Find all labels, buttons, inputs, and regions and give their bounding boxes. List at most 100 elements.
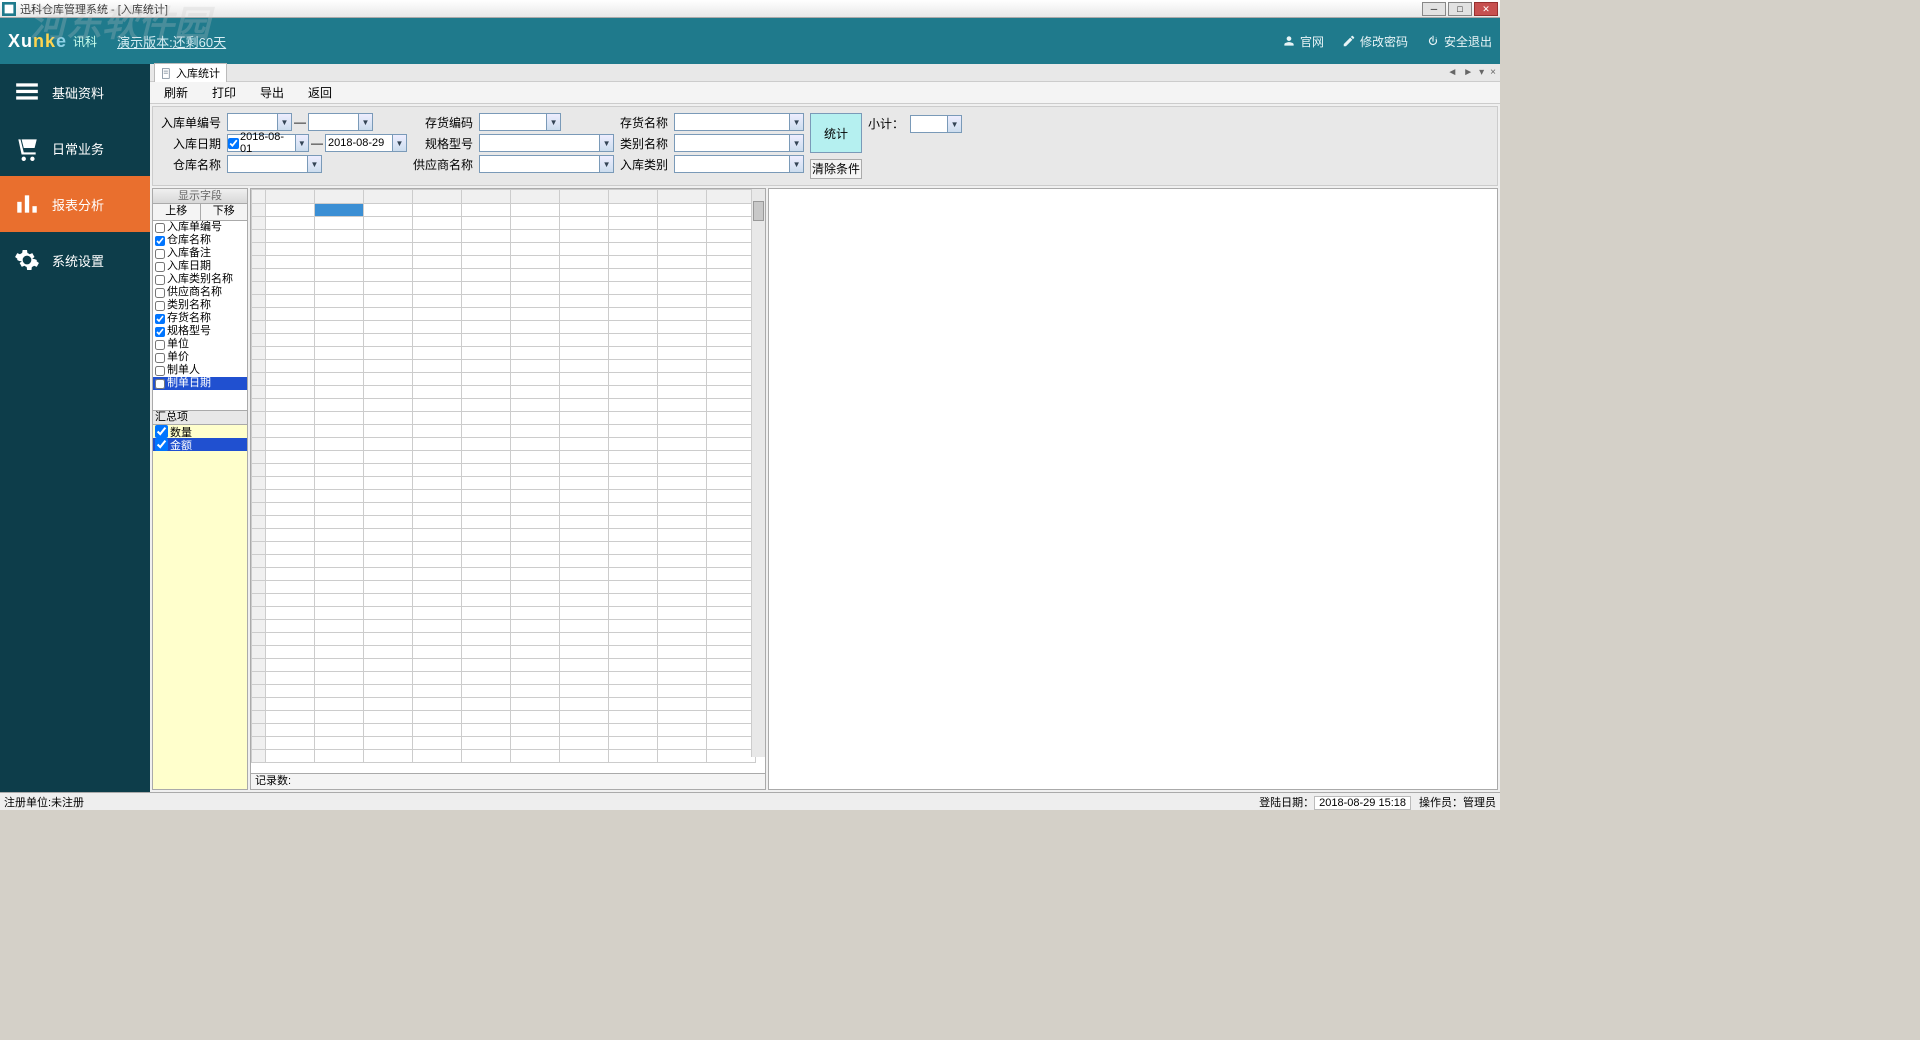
stat-button[interactable]: 统计 [810, 113, 862, 153]
chart-icon [14, 191, 40, 217]
chevron-down-icon[interactable]: ▼ [358, 114, 372, 130]
cat-name-field[interactable]: ▼ [674, 134, 804, 152]
field-row[interactable]: 供应商名称 [153, 286, 247, 299]
label-spec: 规格型号 [413, 135, 473, 152]
document-tabs: 入库统计 ◄ ► ▾ × [150, 64, 1500, 82]
field-row[interactable]: 入库备注 [153, 247, 247, 260]
field-row[interactable]: 单价 [153, 351, 247, 364]
subtotal-label: 小计： [868, 115, 904, 132]
nav-basic-data[interactable]: 基础资料 [0, 64, 150, 120]
doc-icon [161, 68, 172, 79]
sum-header: 汇总项 [152, 411, 248, 425]
chevron-down-icon[interactable]: ▼ [599, 135, 613, 151]
window-title: 迅科仓库管理系统 - [入库统计] [20, 1, 1422, 17]
label-stock-name: 存货名称 [620, 114, 668, 131]
chevron-down-icon[interactable]: ▼ [947, 116, 961, 132]
operator: 管理员 [1463, 797, 1496, 809]
move-up-button[interactable]: 上移 [153, 204, 201, 220]
label-in-date: 入库日期 [161, 135, 221, 152]
close-button[interactable]: ✕ [1474, 2, 1498, 16]
clear-button[interactable]: 清除条件 [810, 159, 862, 179]
statusbar: 注册单位:未注册 登陆日期：2018-08-29 15:18 操作员：管理员 [0, 792, 1500, 810]
list-icon [14, 79, 40, 105]
field-row[interactable]: 类别名称 [153, 299, 247, 312]
tab-close[interactable]: × [1488, 67, 1498, 78]
field-row[interactable]: 入库单编号 [153, 221, 247, 234]
tab-next[interactable]: ► [1461, 67, 1475, 78]
edit-icon [1342, 34, 1356, 48]
data-grid[interactable]: 记录数: [250, 188, 766, 790]
chevron-down-icon[interactable]: ▼ [307, 156, 321, 172]
fields-list[interactable]: 入库单编号仓库名称入库备注入库日期入库类别名称供应商名称类别名称存货名称规格型号… [152, 221, 248, 411]
user-icon [1282, 34, 1296, 48]
field-row[interactable]: 存货名称 [153, 312, 247, 325]
tab-inbound-stats[interactable]: 入库统计 [154, 63, 227, 82]
spec-field[interactable]: ▼ [479, 134, 614, 152]
nav-system-settings[interactable]: 系统设置 [0, 232, 150, 288]
chevron-down-icon[interactable]: ▼ [599, 156, 613, 172]
chevron-down-icon[interactable]: ▼ [546, 114, 560, 130]
field-row[interactable]: 规格型号 [153, 325, 247, 338]
print-button[interactable]: 打印 [212, 84, 236, 101]
subtotal-field[interactable]: ▼ [910, 115, 962, 133]
login-date: 2018-08-29 15:18 [1314, 796, 1411, 810]
order-no-to[interactable]: ▼ [308, 113, 373, 131]
stock-name-field[interactable]: ▼ [674, 113, 804, 131]
sum-list[interactable]: 数量金额 [152, 425, 248, 790]
left-nav: 基础资料 日常业务 报表分析 系统设置 [0, 64, 150, 792]
label-cat-name: 类别名称 [620, 135, 668, 152]
link-change-password[interactable]: 修改密码 [1342, 33, 1408, 50]
tab-prev[interactable]: ◄ [1445, 67, 1459, 78]
date-to-field[interactable]: 2018-08-29▼ [325, 134, 407, 152]
label-stock-code: 存货编码 [413, 114, 473, 131]
grid-footer: 记录数: [251, 773, 765, 789]
label-wh-name: 仓库名称 [161, 156, 221, 173]
scrollbar[interactable] [751, 189, 765, 757]
window-titlebar: 迅科仓库管理系统 - [入库统计] ─ □ ✕ [0, 0, 1500, 18]
wh-name-field[interactable]: ▼ [227, 155, 322, 173]
field-row[interactable]: 入库类别名称 [153, 273, 247, 286]
move-down-button[interactable]: 下移 [201, 204, 248, 220]
export-button[interactable]: 导出 [260, 84, 284, 101]
link-site[interactable]: 官网 [1282, 33, 1324, 50]
chevron-down-icon[interactable]: ▼ [789, 156, 803, 172]
label-supplier: 供应商名称 [413, 156, 473, 173]
stock-code-field[interactable]: ▼ [479, 113, 561, 131]
supplier-field[interactable]: ▼ [479, 155, 614, 173]
reg-status: 注册单位:未注册 [4, 794, 84, 810]
chevron-down-icon[interactable]: ▼ [789, 114, 803, 130]
tab-dropdown[interactable]: ▾ [1477, 67, 1486, 78]
in-type-field[interactable]: ▼ [674, 155, 804, 173]
nav-daily-business[interactable]: 日常业务 [0, 120, 150, 176]
app-icon [2, 2, 16, 16]
cart-icon [14, 135, 40, 161]
order-no-from[interactable]: ▼ [227, 113, 292, 131]
field-row[interactable]: 单位 [153, 338, 247, 351]
minimize-button[interactable]: ─ [1422, 2, 1446, 16]
toolbar: 刷新 打印 导出 返回 [150, 82, 1500, 104]
refresh-button[interactable]: 刷新 [164, 84, 188, 101]
chevron-down-icon[interactable]: ▼ [295, 135, 308, 151]
field-row[interactable]: 仓库名称 [153, 234, 247, 247]
sum-row[interactable]: 金额 [153, 438, 247, 451]
field-row[interactable]: 入库日期 [153, 260, 247, 273]
label-order-no: 入库单编号 [161, 114, 221, 131]
chevron-down-icon[interactable]: ▼ [789, 135, 803, 151]
nav-report-analysis[interactable]: 报表分析 [0, 176, 150, 232]
link-safe-exit[interactable]: 安全退出 [1426, 33, 1492, 50]
gear-icon [14, 247, 40, 273]
logo: Xunke [8, 31, 67, 52]
app-header: Xunke 讯科 演示版本:还剩60天 官网 修改密码 安全退出 [0, 18, 1500, 64]
tab-controls: ◄ ► ▾ × [1445, 67, 1500, 78]
field-row[interactable]: 制单日期 [153, 377, 247, 390]
date-from-field[interactable]: 2018-08-01▼ [227, 134, 309, 152]
sum-row[interactable]: 数量 [153, 425, 247, 438]
demo-version-text[interactable]: 演示版本:还剩60天 [117, 32, 226, 51]
maximize-button[interactable]: □ [1448, 2, 1472, 16]
label-in-type: 入库类别 [620, 156, 668, 173]
field-row[interactable]: 制单人 [153, 364, 247, 377]
back-button[interactable]: 返回 [308, 84, 332, 101]
chevron-down-icon[interactable]: ▼ [392, 135, 406, 151]
preview-pane [768, 188, 1498, 790]
chevron-down-icon[interactable]: ▼ [277, 114, 291, 130]
